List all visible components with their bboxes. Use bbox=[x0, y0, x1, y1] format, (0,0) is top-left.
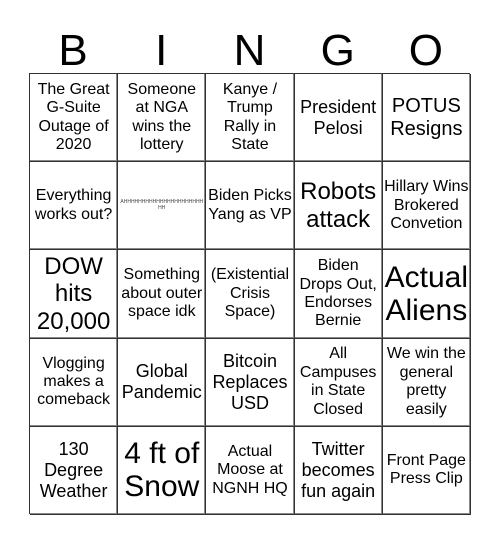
bingo-cell[interactable]: Hillary Wins Brokered Convetion bbox=[382, 162, 471, 251]
bingo-cell[interactable]: Something about outer space idk bbox=[118, 250, 207, 339]
header-letter-i: I bbox=[155, 26, 168, 75]
bingo-cell[interactable]: Biden Picks Yang as VP bbox=[206, 162, 295, 251]
bingo-cell[interactable]: Someone at NGA wins the lottery bbox=[118, 74, 207, 163]
bingo-cell[interactable]: Everything works out? bbox=[30, 162, 119, 251]
bingo-cell[interactable]: President Pelosi bbox=[294, 74, 383, 163]
bingo-cell[interactable]: DOW hits 20,000 bbox=[30, 250, 119, 339]
bingo-cell[interactable]: Bitcoin Replaces USD bbox=[206, 338, 295, 427]
header-letter-b: B bbox=[58, 26, 88, 75]
bingo-cell[interactable]: Front Page Press Clip bbox=[382, 426, 471, 515]
bingo-cell[interactable]: POTUS Resigns bbox=[382, 74, 471, 163]
bingo-cell[interactable]: Vlogging makes a comeback bbox=[30, 338, 119, 427]
bingo-cell[interactable]: (Existential Crisis Space) bbox=[206, 250, 295, 339]
bingo-cell[interactable]: All Campuses in State Closed bbox=[294, 338, 383, 427]
bingo-cell[interactable]: Global Pandemic bbox=[118, 338, 207, 427]
bingo-cell[interactable]: 4 ft of Snow bbox=[118, 426, 207, 515]
bingo-cell[interactable]: Kanye / Trump Rally in State bbox=[206, 74, 295, 163]
bingo-header: B I N G O bbox=[29, 28, 470, 73]
header-letter-o: O bbox=[408, 26, 443, 75]
header-letter-n: N bbox=[233, 26, 266, 75]
bingo-cell[interactable]: The Great G-Suite Outage of 2020 bbox=[30, 74, 119, 163]
bingo-cell[interactable]: 130 Degree Weather bbox=[30, 426, 119, 515]
bingo-grid: The Great G-Suite Outage of 2020 Someone… bbox=[29, 73, 471, 515]
bingo-cell[interactable]: We win the general pretty easily bbox=[382, 338, 471, 427]
header-letter-g: G bbox=[320, 26, 355, 75]
bingo-free-space[interactable]: AHHHHHHHHHHHHHHHHHHHHHHHH bbox=[118, 162, 207, 251]
bingo-cell[interactable]: Biden Drops Out, Endorses Bernie bbox=[294, 250, 383, 339]
bingo-cell[interactable]: Robots attack bbox=[294, 162, 383, 251]
bingo-cell[interactable]: Actual Moose at NGNH HQ bbox=[206, 426, 295, 515]
bingo-cell[interactable]: Actual Aliens bbox=[382, 250, 471, 339]
bingo-cell[interactable]: Twitter becomes fun again bbox=[294, 426, 383, 515]
